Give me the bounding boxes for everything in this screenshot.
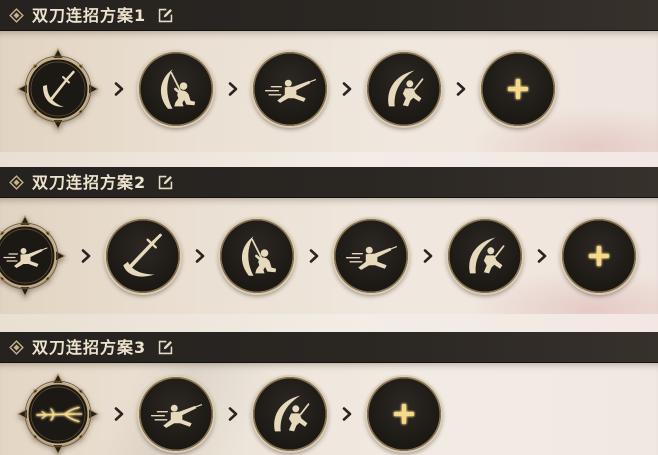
skill-slot[interactable] [139,377,213,451]
chevron-right-icon [113,406,125,422]
combo-plan-1: 双刀连招方案1 [0,0,658,152]
add-skill-icon [489,60,547,118]
combo-plan-3: 双刀连招方案3 [0,332,658,455]
chevron-right-icon [227,406,239,422]
skill-slot[interactable] [253,377,327,451]
edit-icon[interactable] [157,339,174,356]
crouch-slash-skill-icon [228,227,286,285]
leap-slash-skill-icon [456,227,514,285]
crouch-slash-skill-icon [147,60,205,118]
plan-body [0,198,658,314]
chevron-right-icon [227,81,239,97]
add-skill-button[interactable] [562,219,636,293]
add-skill-button[interactable] [367,377,441,451]
diamond-icon [9,175,24,190]
edit-icon[interactable] [157,174,174,191]
leap-slash-skill-icon [261,385,319,443]
diamond-icon [9,8,24,23]
plan-title: 双刀连招方案3 [32,337,147,357]
chevron-right-icon [194,248,206,264]
skill-slot[interactable] [367,52,441,126]
chevron-right-icon [422,248,434,264]
add-skill-button[interactable] [481,52,555,126]
chevron-right-icon [341,406,353,422]
chevron-right-icon [536,248,548,264]
combo-plan-2: 双刀连招方案2 [0,167,658,314]
combo-row [17,48,555,130]
skill-slot[interactable] [139,52,213,126]
add-skill-icon [570,227,628,285]
weapon-slot[interactable] [17,48,99,130]
lunge-thrust-skill-icon [147,385,205,443]
combo-plans-panel: 双刀连招方案1 双刀连招方案2 双刀连招方案3 [0,0,658,455]
skill-slot[interactable] [448,219,522,293]
plan-header: 双刀连招方案1 [0,0,658,31]
chevron-right-icon [80,248,92,264]
plan-body [0,31,658,152]
plan-title: 双刀连招方案1 [32,5,147,25]
chevron-right-icon [455,81,467,97]
combo-row [0,215,636,297]
skill-slot[interactable] [253,52,327,126]
trident-weapon-icon [33,389,83,439]
dual-blade-weapon-icon [33,64,83,114]
plan-header: 双刀连招方案3 [0,332,658,363]
weapon-slot[interactable] [0,215,66,297]
skill-slot[interactable] [106,219,180,293]
chevron-right-icon [341,81,353,97]
combo-row [17,373,441,455]
add-skill-icon [375,385,433,443]
plan-header: 双刀连招方案2 [0,167,658,198]
blade-slash-skill-icon [114,227,172,285]
lunge-thrust-skill-icon [261,60,319,118]
lunge-thrust-skill-icon [0,231,50,281]
skill-slot[interactable] [220,219,294,293]
skill-slot[interactable] [334,219,408,293]
plan-title: 双刀连招方案2 [32,172,147,192]
chevron-right-icon [308,248,320,264]
weapon-slot[interactable] [17,373,99,455]
lunge-thrust-skill-icon [342,227,400,285]
diamond-icon [9,340,24,355]
edit-icon[interactable] [157,7,174,24]
plan-body [0,363,658,455]
chevron-right-icon [113,81,125,97]
leap-slash-skill-icon [375,60,433,118]
